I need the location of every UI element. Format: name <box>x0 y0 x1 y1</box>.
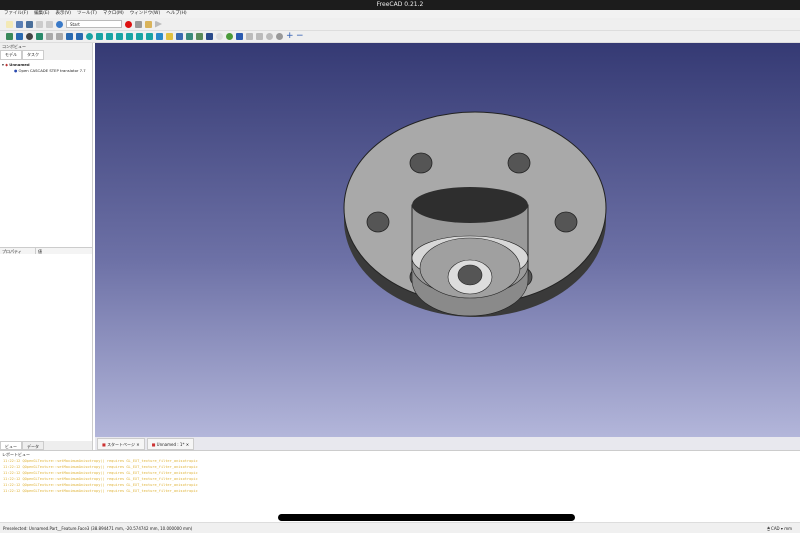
combo-view-title: コンボビュー <box>0 43 92 50</box>
property-header: プロパティ値 <box>0 247 92 254</box>
draw-style-icon[interactable] <box>26 33 33 40</box>
status-text: Preselected: Unnamed.Part__Feature.Face3… <box>3 526 193 531</box>
isometric-icon[interactable] <box>86 33 93 40</box>
report-view-title: レポートビュー <box>0 451 800 458</box>
stereo-icon[interactable] <box>36 33 43 40</box>
report-view: レポートビュー 11:22:12 QOpenGLTexture::setMaxi… <box>0 450 800 522</box>
whats-this-icon[interactable] <box>206 33 213 40</box>
status-right: 🖱 CAD ▾ mm <box>767 526 792 531</box>
units-selector[interactable]: mm <box>784 526 792 531</box>
title-bar: FreeCAD 0.21.2 <box>0 0 800 10</box>
menu-help[interactable]: ヘルプ(H) <box>166 10 186 18</box>
tree-item-step[interactable]: ● Open CASCADE STEP translator 7.7 <box>2 68 90 74</box>
mouse-icon: 🖱 <box>767 526 770 531</box>
new-file-icon[interactable] <box>6 20 13 28</box>
navigation-style[interactable]: CAD <box>771 526 780 531</box>
menu-file[interactable]: ファイル(F) <box>4 10 28 18</box>
back-icon[interactable] <box>46 33 53 40</box>
menu-edit[interactable]: 編集(E) <box>34 10 49 18</box>
home-indicator <box>278 514 575 521</box>
status-bar: Preselected: Unnamed.Part__Feature.Face3… <box>0 522 800 533</box>
redo-icon[interactable] <box>46 20 53 28</box>
document-tabs: ■ スタートページ ✕ ■ Unnamed : 1* ✕ <box>95 437 800 450</box>
arrow-right-icon[interactable] <box>236 33 243 40</box>
menu-bar: ファイル(F) 編集(E) 表示(V) ツール(T) マクロ(M) ウィンドウ(… <box>0 10 800 18</box>
view-front-icon[interactable] <box>96 33 103 40</box>
tab-data[interactable]: データ <box>22 441 44 450</box>
save-icon[interactable] <box>26 20 33 28</box>
nav-right-icon[interactable] <box>256 33 263 40</box>
undo-icon[interactable] <box>36 20 43 28</box>
reload-icon[interactable] <box>266 33 273 40</box>
forward-icon[interactable] <box>56 33 63 40</box>
record-macro-icon[interactable] <box>125 20 132 28</box>
link-icon[interactable] <box>186 33 193 40</box>
menu-window[interactable]: ウィンドウ(W) <box>130 10 160 18</box>
sync-view-icon[interactable] <box>66 33 73 40</box>
tab-tasks[interactable]: タスク <box>22 50 44 60</box>
nav-left-icon[interactable] <box>246 33 253 40</box>
box-zoom-icon[interactable] <box>76 33 83 40</box>
workbench-select[interactable]: Start <box>66 20 122 28</box>
start-icon[interactable] <box>226 33 233 40</box>
view-right-icon[interactable] <box>116 33 123 40</box>
run-macro-icon[interactable] <box>155 20 162 28</box>
view-bottom-icon[interactable] <box>136 33 143 40</box>
tab-start-page[interactable]: ■ スタートページ ✕ <box>97 438 145 450</box>
combo-view: コンボビュー モデル タスク ▾ ◆ Unnamed ● Open CASCADE… <box>0 43 93 450</box>
measure-icon[interactable] <box>156 33 163 40</box>
flange-model[interactable] <box>95 43 800 437</box>
report-line: 11:22:12 QOpenGLTexture::setMaximumAniso… <box>3 489 198 493</box>
menu-view[interactable]: 表示(V) <box>55 10 71 18</box>
view-rear-icon[interactable] <box>126 33 133 40</box>
zoom-icon[interactable] <box>16 33 23 40</box>
refresh-icon[interactable] <box>56 20 63 28</box>
edit-macro-icon[interactable] <box>145 20 152 28</box>
menu-tools[interactable]: ツール(T) <box>77 10 97 18</box>
tab-view[interactable]: ビュー <box>0 441 22 450</box>
view-top-icon[interactable] <box>106 33 113 40</box>
view-toolbar: + − <box>0 31 800 43</box>
part-icon[interactable] <box>166 33 173 40</box>
link-actions-icon[interactable] <box>196 33 203 40</box>
tab-model[interactable]: モデル <box>0 50 22 60</box>
file-toolbar: Start <box>0 18 800 31</box>
3d-viewport[interactable] <box>95 43 800 437</box>
view-left-icon[interactable] <box>146 33 153 40</box>
clipping-icon[interactable] <box>216 33 223 40</box>
zoom-in-icon[interactable]: + <box>286 32 294 41</box>
tab-unnamed[interactable]: ■ Unnamed : 1* ✕ <box>146 438 195 450</box>
menu-macro[interactable]: マクロ(M) <box>103 10 124 18</box>
stop-icon[interactable] <box>276 33 283 40</box>
zoom-out-icon[interactable]: − <box>296 32 304 41</box>
open-icon[interactable] <box>16 20 23 28</box>
fit-all-icon[interactable] <box>6 33 13 40</box>
model-tree: ▾ ◆ Unnamed ● Open CASCADE STEP translat… <box>0 60 92 247</box>
stop-macro-icon[interactable] <box>135 20 142 28</box>
group-icon[interactable] <box>176 33 183 40</box>
